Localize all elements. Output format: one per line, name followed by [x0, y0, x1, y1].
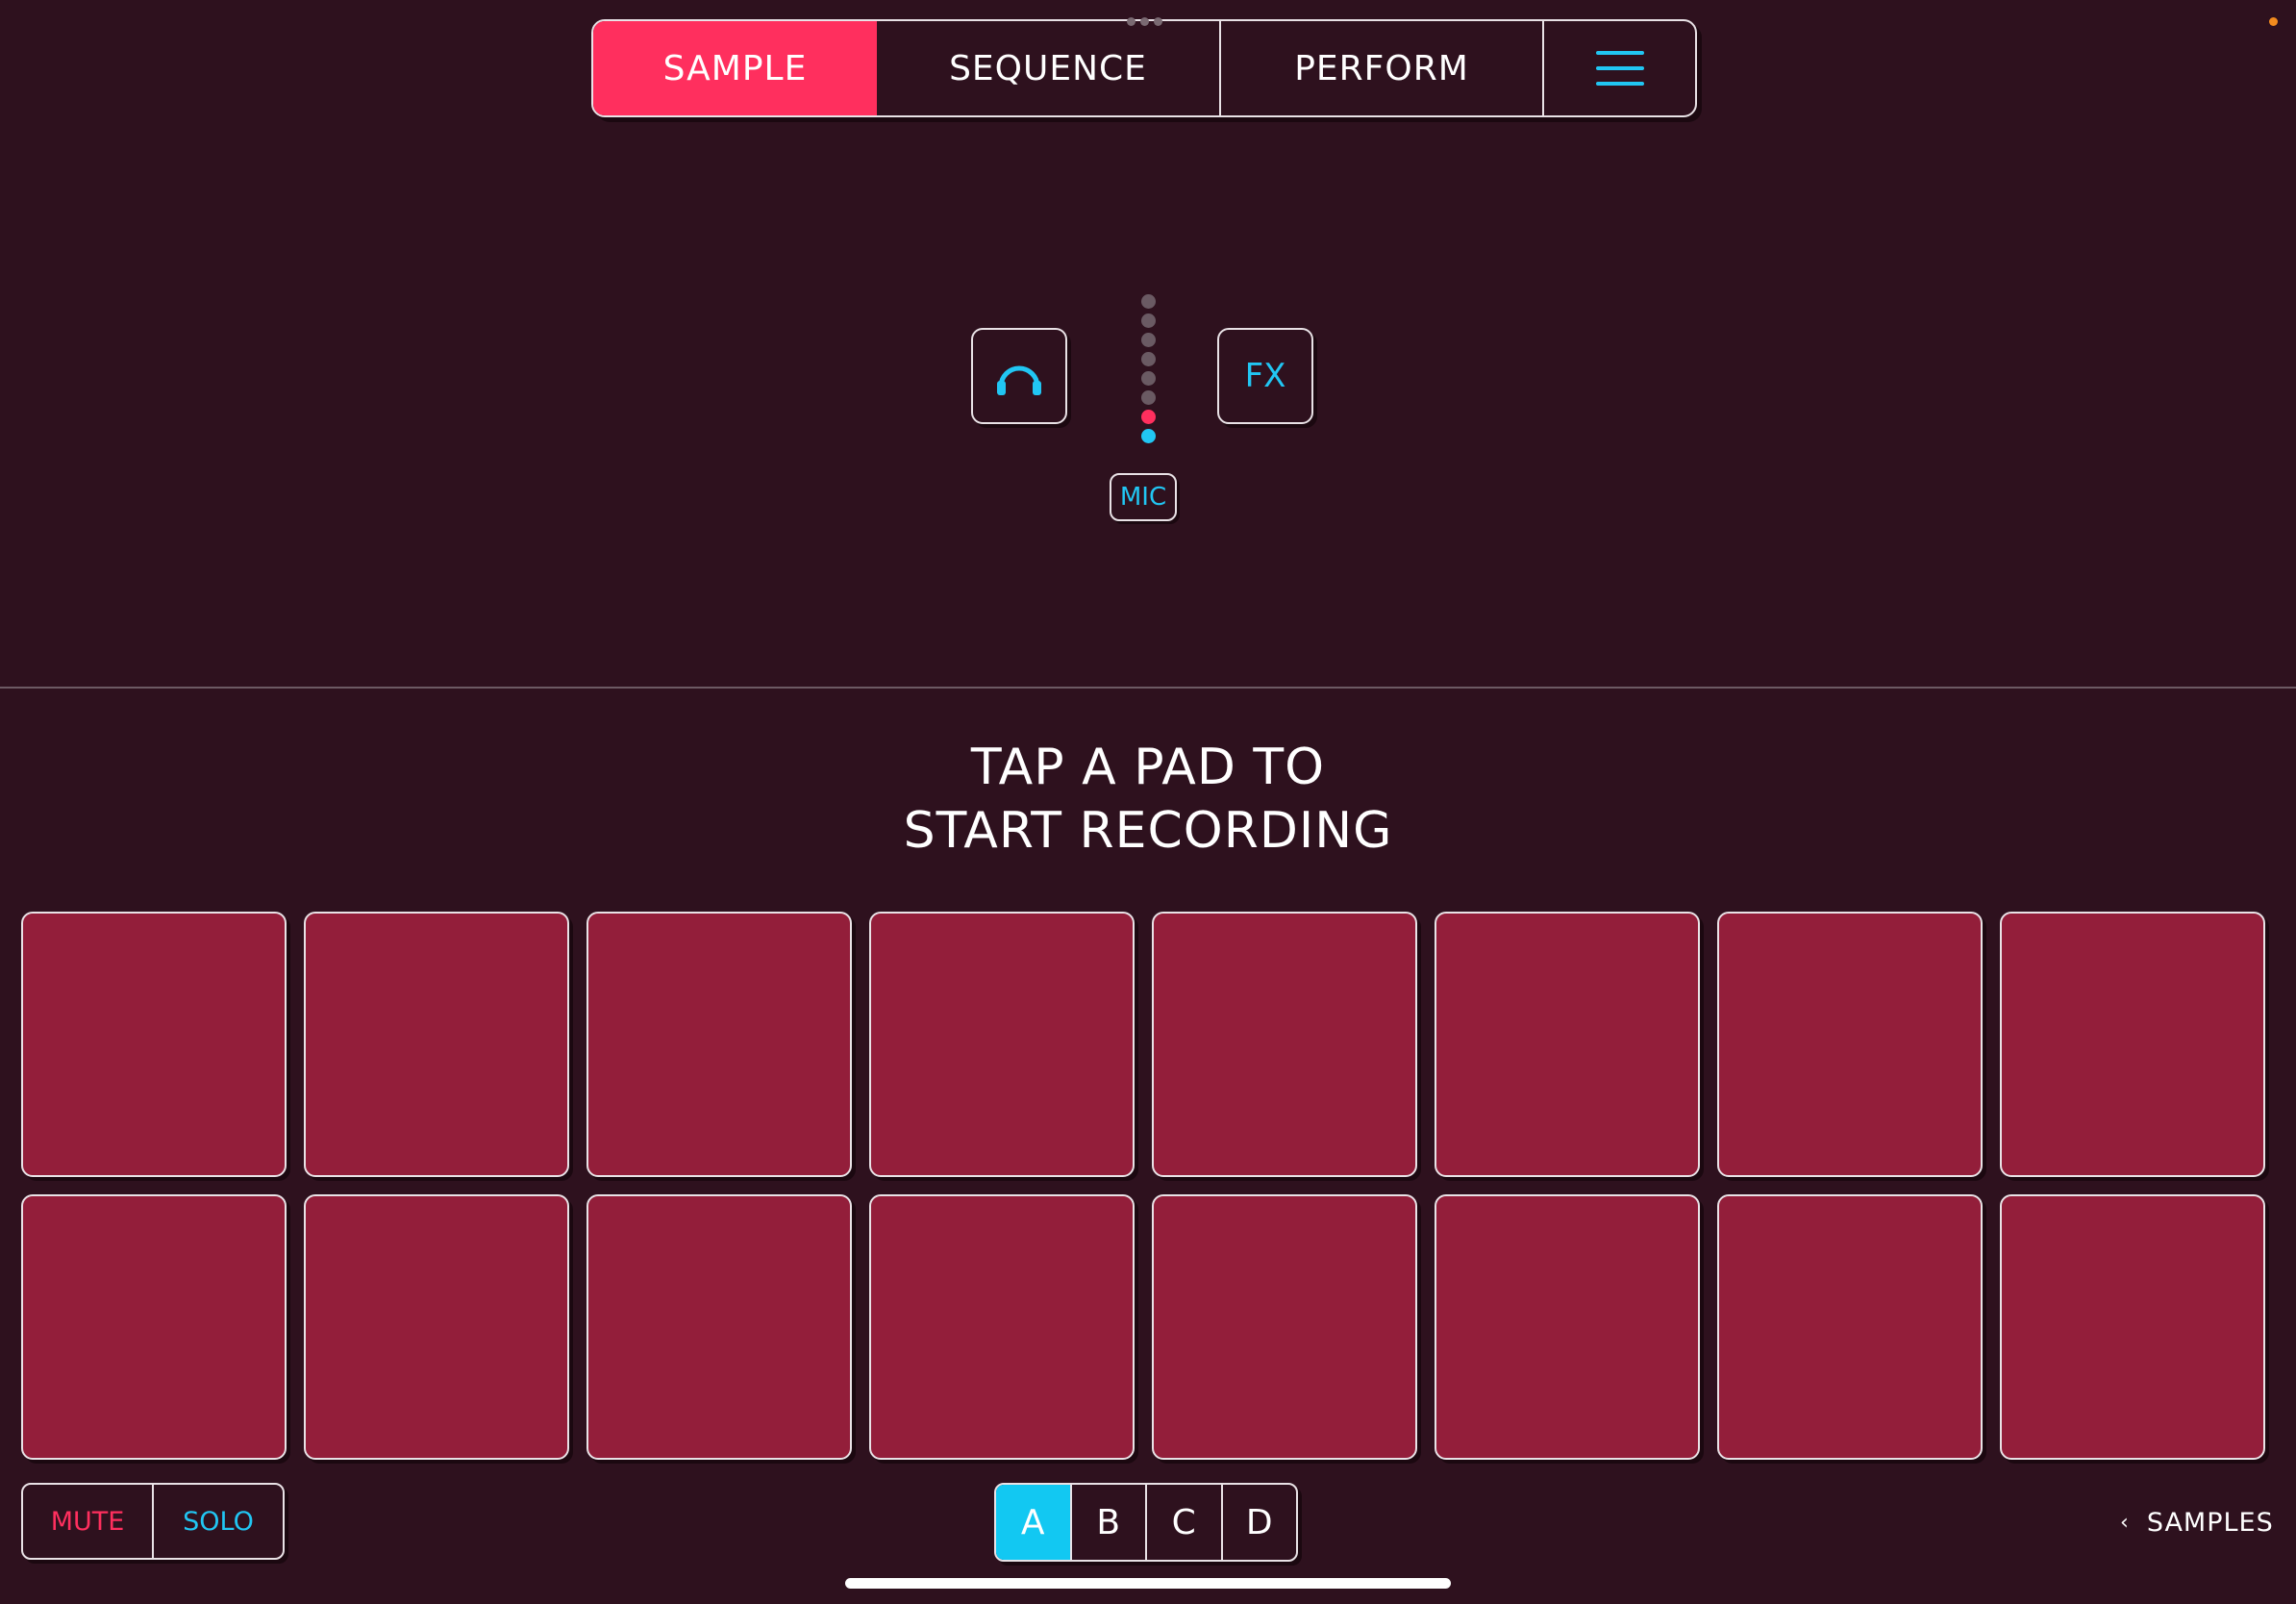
bank-d-tab[interactable]: D — [1223, 1485, 1297, 1560]
headphones-icon — [997, 365, 1041, 395]
level-segment-peak — [1140, 410, 1156, 424]
pad-6[interactable] — [1435, 912, 1700, 1177]
home-indicator[interactable] — [845, 1578, 1451, 1589]
chevron-left-icon: ‹ — [2120, 1511, 2130, 1535]
level-segment — [1140, 371, 1156, 386]
level-segment — [1140, 313, 1156, 328]
mode-tabs: SAMPLE SEQUENCE PERFORM — [591, 19, 1697, 117]
pad-12[interactable] — [869, 1194, 1135, 1460]
level-segment-low — [1140, 429, 1156, 443]
level-segment — [1140, 390, 1156, 405]
bank-c-tab[interactable]: C — [1147, 1485, 1223, 1560]
level-segment — [1140, 294, 1156, 309]
pad-2[interactable] — [304, 912, 569, 1177]
pad-5[interactable] — [1152, 912, 1417, 1177]
mute-button[interactable]: MUTE — [23, 1485, 154, 1558]
recording-status-dot — [2269, 17, 2278, 26]
pad-16[interactable] — [2000, 1194, 2265, 1460]
pad-15[interactable] — [1717, 1194, 1983, 1460]
hamburger-menu-icon — [1595, 51, 1644, 86]
pad-1[interactable] — [21, 912, 287, 1177]
samples-label: SAMPLES — [2146, 1508, 2274, 1538]
solo-button[interactable]: SOLO — [154, 1485, 283, 1558]
bank-a-tab[interactable]: A — [996, 1485, 1072, 1560]
recording-instruction: TAP A PAD TO START RECORDING — [0, 736, 2296, 863]
pad-13[interactable] — [1152, 1194, 1417, 1460]
mic-source-button[interactable]: MIC — [1110, 473, 1177, 521]
pad-14[interactable] — [1435, 1194, 1700, 1460]
multitasking-handle[interactable] — [1127, 17, 1162, 26]
tab-sample[interactable]: SAMPLE — [593, 21, 877, 115]
pad-7[interactable] — [1717, 912, 1983, 1177]
section-divider — [0, 687, 2296, 689]
instruction-line-1: TAP A PAD TO — [970, 739, 1326, 796]
input-level-meter — [1140, 294, 1156, 443]
pad-3[interactable] — [586, 912, 852, 1177]
samples-button[interactable]: ‹ SAMPLES — [2120, 1508, 2274, 1538]
instruction-line-2: START RECORDING — [903, 802, 1393, 860]
tab-perform[interactable]: PERFORM — [1221, 21, 1544, 115]
monitor-button[interactable] — [971, 328, 1067, 424]
level-segment — [1140, 352, 1156, 366]
pad-8[interactable] — [2000, 912, 2265, 1177]
menu-button[interactable] — [1544, 21, 1695, 115]
pad-9[interactable] — [21, 1194, 287, 1460]
mute-solo-group: MUTE SOLO — [21, 1483, 285, 1560]
fx-button[interactable]: FX — [1217, 328, 1313, 424]
bank-selector: A B C D — [994, 1483, 1298, 1562]
pad-10[interactable] — [304, 1194, 569, 1460]
tab-sequence[interactable]: SEQUENCE — [877, 21, 1221, 115]
pad-11[interactable] — [586, 1194, 852, 1460]
bank-b-tab[interactable]: B — [1072, 1485, 1147, 1560]
pad-grid — [21, 912, 2267, 1460]
level-segment — [1140, 333, 1156, 347]
pad-4[interactable] — [869, 912, 1135, 1177]
